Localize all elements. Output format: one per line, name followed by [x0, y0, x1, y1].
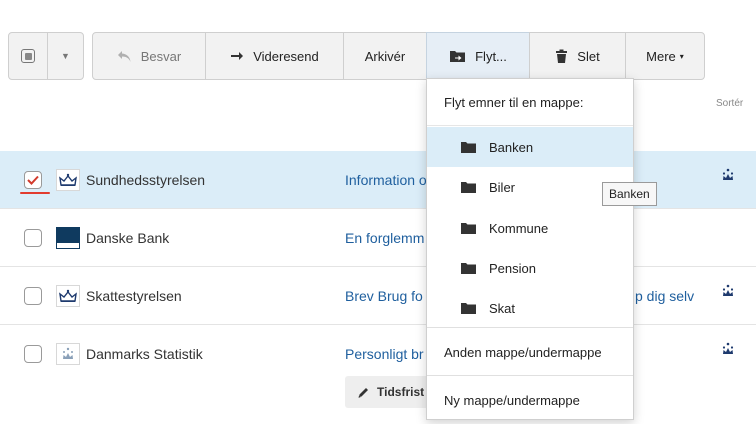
crown-icon — [720, 341, 736, 360]
folder-icon — [461, 302, 476, 314]
checkbox-icon — [21, 49, 35, 63]
crown-icon — [720, 167, 736, 186]
crown-icon — [63, 347, 73, 359]
crown-icon — [59, 173, 77, 186]
sender-logo-crown — [56, 169, 80, 191]
archive-button[interactable]: Arkivér — [343, 32, 427, 80]
subject-link[interactable]: Information o — [345, 172, 427, 188]
delete-button[interactable]: Slet — [529, 32, 626, 80]
row-checkbox[interactable] — [24, 287, 42, 305]
subject-link[interactable]: Brev Brug fo — [345, 288, 423, 304]
arrow-right-icon — [230, 50, 244, 62]
move-menu-header: Flyt emner til en mappe: — [427, 79, 633, 126]
move-button[interactable]: Flyt... — [426, 32, 530, 80]
sort-label[interactable]: Sortér — [716, 98, 756, 109]
row-checkbox[interactable] — [24, 171, 42, 189]
forward-button[interactable]: Videresend — [205, 32, 344, 80]
sender-logo-crown — [56, 285, 80, 307]
folder-icon — [461, 181, 476, 193]
select-all-checkbox-button[interactable] — [8, 32, 48, 80]
select-dropdown-button[interactable]: ▼ — [47, 32, 84, 80]
folder-item-banken[interactable]: Banken — [427, 127, 633, 167]
folder-icon — [461, 222, 476, 234]
folder-icon — [461, 262, 476, 274]
message-row[interactable]: Danmarks Statistik Personligt br — [0, 325, 756, 383]
message-row[interactable]: Skattestyrelsen Brev Brug fo p dig selv — [0, 267, 756, 325]
checkmark-icon — [27, 175, 39, 185]
checkbox-underline — [20, 192, 50, 194]
folder-icon — [461, 141, 476, 153]
message-row[interactable]: Danske Bank En forglemm — [0, 209, 756, 267]
subject-tail[interactable]: p dig selv — [635, 288, 694, 304]
crown-icon — [720, 283, 736, 302]
sender-name: Danmarks Statistik — [86, 346, 203, 362]
trash-icon — [555, 49, 568, 64]
other-folder-item[interactable]: Anden mappe/undermappe — [427, 328, 633, 376]
new-folder-item[interactable]: Ny mappe/undermappe — [427, 376, 633, 424]
sender-logo-statistik — [56, 343, 80, 365]
tooltip: Banken — [602, 182, 657, 206]
folder-item-pension[interactable]: Pension — [427, 248, 633, 288]
folder-item-kommune[interactable]: Kommune — [427, 208, 633, 248]
sender-logo-bank — [56, 227, 80, 249]
pencil-icon — [358, 387, 368, 398]
row-checkbox[interactable] — [24, 345, 42, 363]
sender-name: Danske Bank — [86, 230, 170, 246]
deadline-tag[interactable]: Tidsfrist — [345, 376, 435, 408]
folder-move-icon — [449, 49, 466, 63]
folder-item-skat[interactable]: Skat — [427, 288, 633, 328]
move-folder-menu: Flyt emner til en mappe: Banken Biler Ko… — [426, 78, 634, 420]
reply-icon — [117, 50, 132, 63]
chevron-down-icon: ▼ — [61, 51, 70, 61]
crown-icon — [59, 289, 77, 302]
caret-down-icon: ▾ — [679, 51, 684, 61]
subject-link[interactable]: En forglemm — [345, 230, 424, 246]
sender-name: Sundhedsstyrelsen — [86, 172, 206, 188]
reply-button[interactable]: Besvar — [92, 32, 206, 80]
more-button[interactable]: Mere ▾ — [625, 32, 705, 80]
row-checkbox[interactable] — [24, 229, 42, 247]
subject-link[interactable]: Personligt br — [345, 346, 424, 362]
sender-name: Skattestyrelsen — [86, 288, 182, 304]
